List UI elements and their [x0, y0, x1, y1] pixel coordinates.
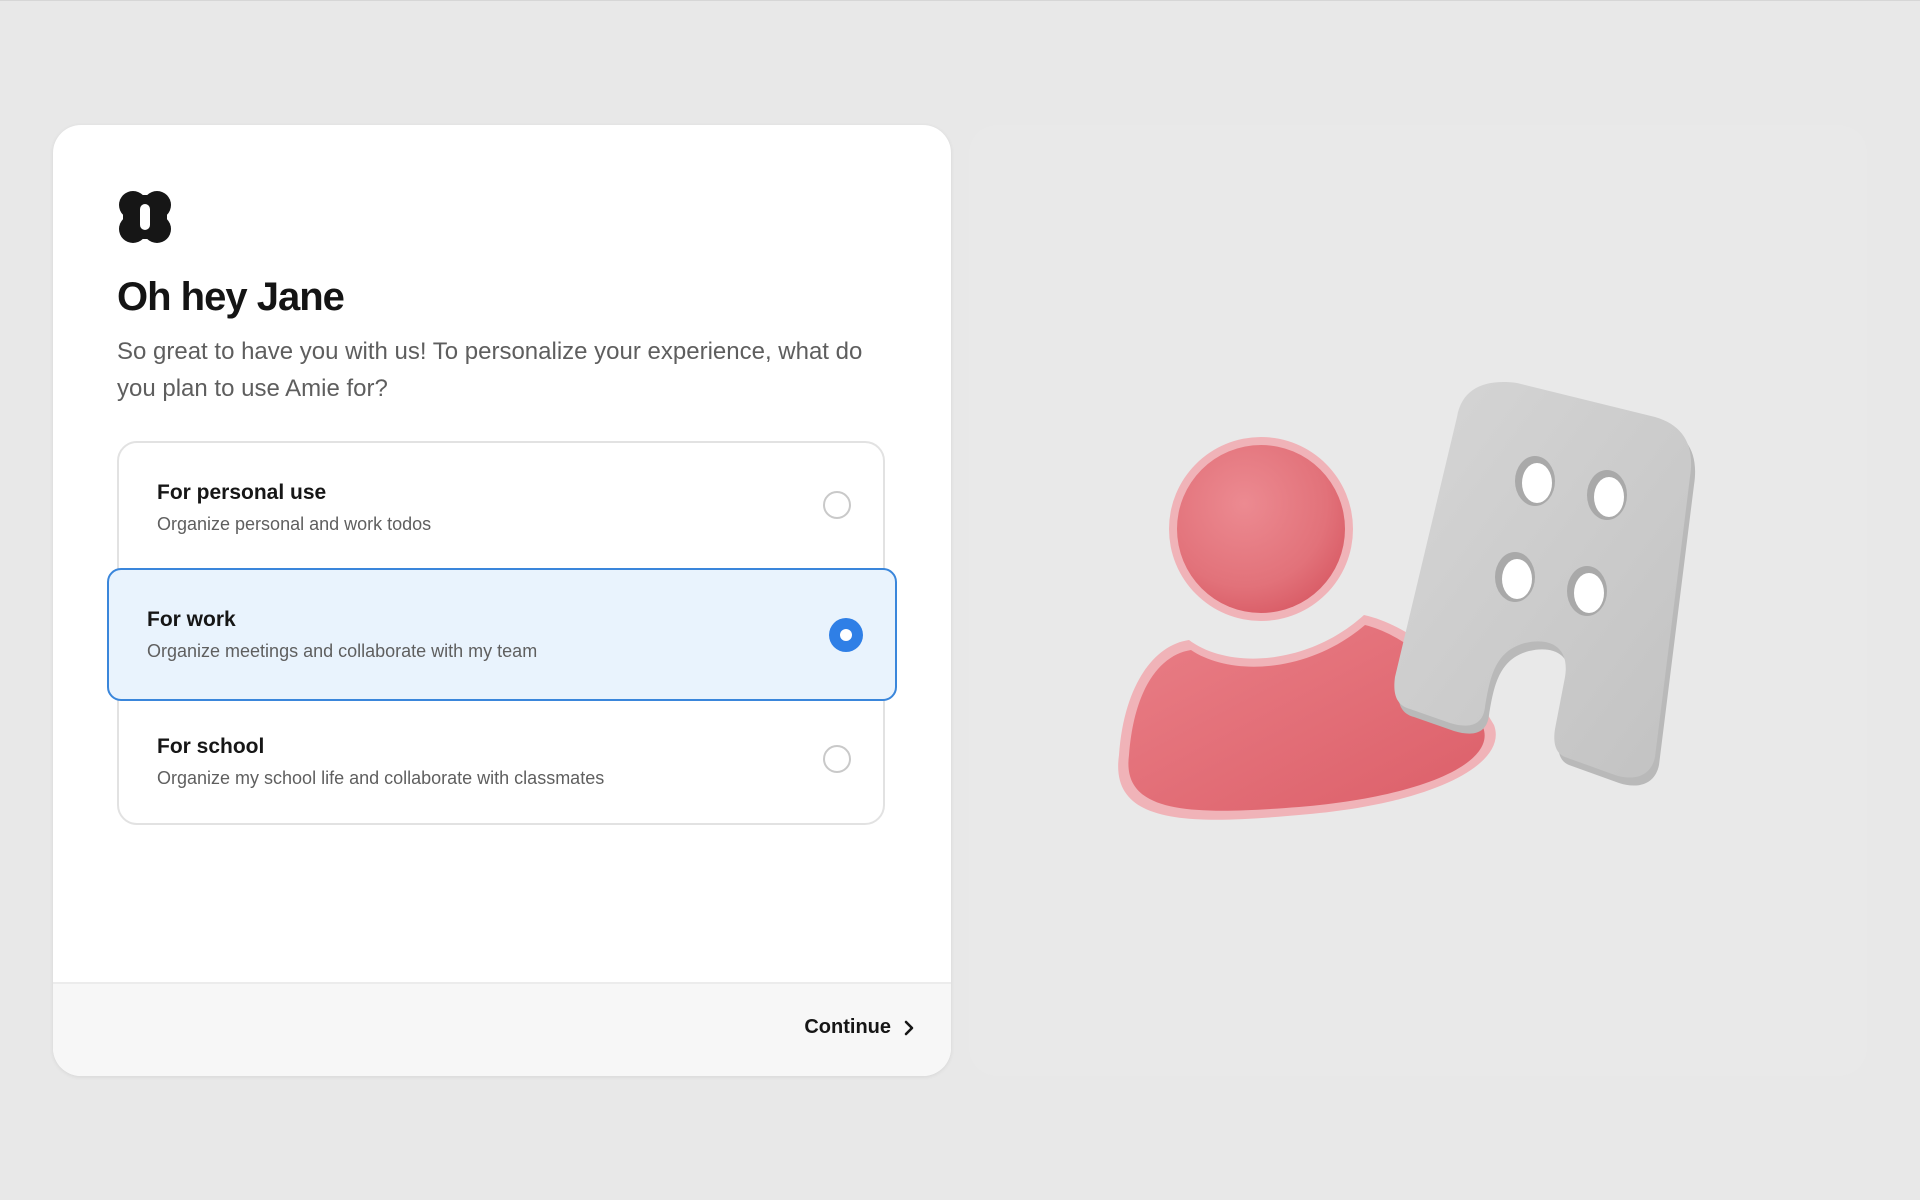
- option-description: Organize personal and work todos: [157, 514, 432, 534]
- radio-button[interactable]: [823, 745, 851, 773]
- page-subtitle: So great to have you with us! To persona…: [117, 338, 863, 402]
- illustration-panel: [969, 125, 1867, 1076]
- usage-options: For personal use Organize personal and w…: [107, 441, 897, 825]
- card-footer: Continue: [53, 982, 951, 1076]
- building-icon: [1394, 382, 1696, 786]
- option-title: For school: [157, 735, 265, 758]
- amie-logo-icon: [117, 189, 173, 245]
- option-title: For work: [147, 608, 236, 631]
- option-school[interactable]: For school Organize my school life and c…: [119, 697, 883, 824]
- option-title: For personal use: [157, 481, 327, 504]
- radio-button[interactable]: [823, 491, 851, 519]
- option-work[interactable]: For work Organize meetings and collabora…: [107, 568, 897, 701]
- chevron-right-icon: [904, 1020, 914, 1035]
- continue-button[interactable]: Continue: [804, 1016, 915, 1039]
- option-personal-use[interactable]: For personal use Organize personal and w…: [119, 443, 883, 570]
- onboarding-card: Oh hey Jane So great to have you with us…: [53, 125, 951, 1076]
- page-title: Oh hey Jane: [117, 275, 345, 319]
- option-description: Organize my school life and collaborate …: [157, 768, 605, 788]
- option-description: Organize meetings and collaborate with m…: [147, 641, 538, 661]
- continue-label: Continue: [804, 1016, 891, 1038]
- radio-button-selected[interactable]: [829, 618, 863, 652]
